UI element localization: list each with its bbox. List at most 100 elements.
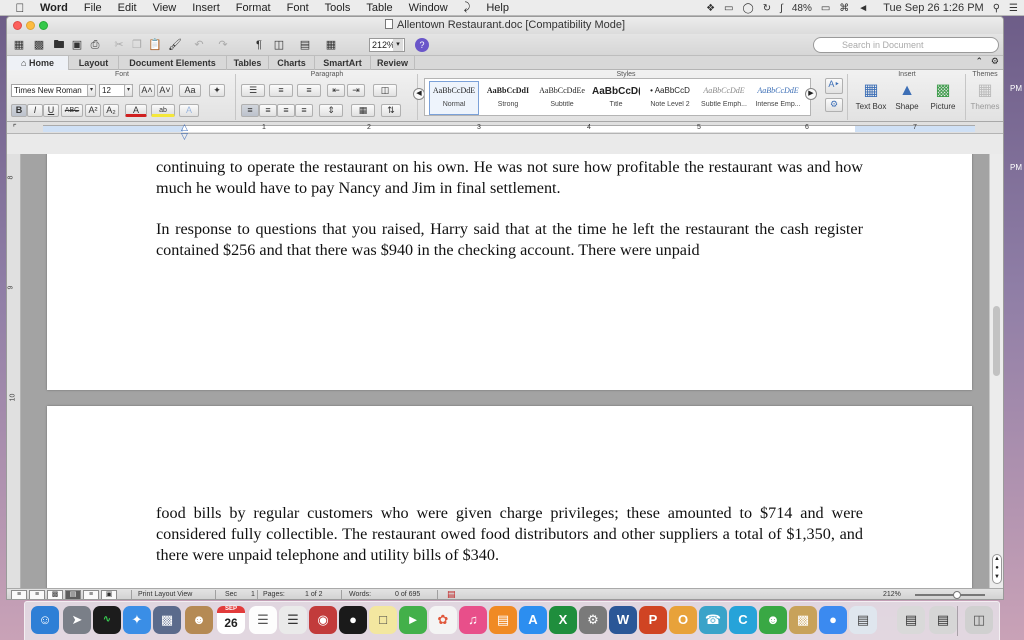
itunes-icon[interactable]: ♫ xyxy=(459,606,487,634)
italic-button[interactable]: I xyxy=(27,104,43,117)
outline-view-icon[interactable]: ≡ xyxy=(29,590,45,599)
finder-icon[interactable]: ☺ xyxy=(31,606,59,634)
menu-tools[interactable]: Tools xyxy=(317,2,359,14)
facetime-icon[interactable]: ► xyxy=(399,606,427,634)
shrink-font-icon[interactable]: A˅ xyxy=(157,84,173,97)
cut-icon[interactable]: ✂ xyxy=(111,37,127,53)
font-name-field[interactable]: Times New Roman xyxy=(11,84,95,97)
new-document-icon[interactable]: ▦ xyxy=(11,37,27,53)
calendar-icon[interactable]: SEP 26 xyxy=(217,606,245,634)
help-icon[interactable]: ? xyxy=(415,38,429,52)
app-store-icon[interactable]: A xyxy=(519,606,547,634)
style-intense-emphasis[interactable]: AaBbCcDdE Intense Emp... xyxy=(753,81,803,115)
toolbox-icon[interactable]: ▤ xyxy=(297,37,313,53)
zoom-slider-knob[interactable] xyxy=(953,591,961,599)
photo-app-icon[interactable]: ▩ xyxy=(789,606,817,634)
save-icon[interactable]: ▣ xyxy=(69,37,85,53)
superscript-button[interactable]: A² xyxy=(85,104,101,117)
paragraph[interactable]: food bills by regular customers who were… xyxy=(156,503,863,566)
notification-center-icon[interactable]: ☰ xyxy=(1009,3,1018,14)
bluetooth-icon[interactable]: ∫ xyxy=(780,3,783,14)
sort-icon[interactable]: ⇅ xyxy=(381,104,401,117)
wifi-icon[interactable]: ⌘ xyxy=(839,3,849,14)
style-subtitle[interactable]: AaBbCcDdEe Subtitle xyxy=(537,81,587,115)
tab-layout[interactable]: Layout xyxy=(69,56,119,70)
font-color-button[interactable]: A xyxy=(125,104,147,117)
show-formatting-icon[interactable]: ¶ xyxy=(251,37,267,53)
messages-icon[interactable]: ◯ xyxy=(742,3,753,14)
text-effects-button[interactable]: A xyxy=(179,104,199,117)
sidebar-icon[interactable]: ◫ xyxy=(271,37,287,53)
numbering-icon[interactable]: ≡ xyxy=(269,84,293,97)
align-right-icon[interactable]: ≡ xyxy=(277,104,295,117)
menu-file[interactable]: File xyxy=(76,2,110,14)
collapse-ribbon-icon[interactable]: ⌃ xyxy=(975,56,983,67)
zoom-dropdown-icon[interactable]: ▾ xyxy=(393,39,403,51)
redo-icon[interactable]: ↷ xyxy=(215,37,231,53)
bold-button[interactable]: B xyxy=(11,104,27,117)
style-note-level-2[interactable]: • AaBbCcD Note Level 2 xyxy=(645,81,695,115)
activity-monitor-icon[interactable]: ∿ xyxy=(93,606,121,634)
highlight-button[interactable]: ab xyxy=(151,104,175,117)
dropbox-icon[interactable]: ❖ xyxy=(706,3,715,14)
spotlight-icon[interactable]: ⚲ xyxy=(993,3,1000,14)
volume-icon[interactable]: ◄ xyxy=(858,3,868,14)
messages-app-icon[interactable]: ● xyxy=(819,606,847,634)
font-size-dropdown-icon[interactable]: ▾ xyxy=(124,84,133,97)
excel-icon[interactable]: X xyxy=(549,606,577,634)
photos-icon[interactable]: ✿ xyxy=(429,606,457,634)
style-title[interactable]: AaBbCcD( Title xyxy=(591,81,641,115)
focus-view-icon[interactable]: ▣ xyxy=(101,590,117,599)
ibooks-icon[interactable]: ▤ xyxy=(489,606,517,634)
scrollbar-thumb[interactable] xyxy=(993,306,1000,376)
format-painter-icon[interactable]: 🖌 xyxy=(167,37,183,53)
open-icon[interactable]: 🖿 xyxy=(51,37,67,53)
menu-help[interactable]: Help xyxy=(478,2,517,14)
photo-booth-icon[interactable]: ◉ xyxy=(309,606,337,634)
increase-indent-icon[interactable]: ⇥ xyxy=(347,84,365,97)
print-icon[interactable]: ⎙ xyxy=(87,37,103,53)
copy-icon[interactable]: ❐ xyxy=(129,37,145,53)
print-layout-view-icon[interactable]: ▤ xyxy=(65,590,81,599)
templates-icon[interactable]: ▩ xyxy=(31,37,47,53)
trash-icon[interactable]: ◫ xyxy=(965,606,993,634)
draft-view-icon[interactable]: ≡ xyxy=(11,590,27,599)
stickies-icon[interactable]: □ xyxy=(369,606,397,634)
page[interactable]: continuing to operate the restaurant on … xyxy=(47,154,972,390)
menu-table[interactable]: Table xyxy=(358,2,400,14)
underline-button[interactable]: U xyxy=(43,104,59,117)
battery-icon[interactable]: ▭ xyxy=(821,3,830,14)
menu-clock[interactable]: Tue Sep 26 1:26 PM xyxy=(883,2,984,14)
contacts-icon[interactable]: ☻ xyxy=(185,606,213,634)
bullets-icon[interactable]: ☰ xyxy=(241,84,265,97)
word-icon[interactable]: W xyxy=(609,606,637,634)
notes-icon[interactable]: ☰ xyxy=(249,606,277,634)
subscript-button[interactable]: A₂ xyxy=(103,104,119,117)
media-browser-icon[interactable]: ▦ xyxy=(323,37,339,53)
font-name-dropdown-icon[interactable]: ▾ xyxy=(87,84,96,97)
scanner-icon[interactable]: ▤ xyxy=(849,606,877,634)
align-center-icon[interactable]: ≡ xyxy=(259,104,277,117)
manage-styles-icon[interactable]: ⚙ xyxy=(825,98,843,112)
horizontal-ruler[interactable]: ⌜ 1 2 3 4 5 6 7 △ ▽ xyxy=(7,122,1003,141)
downloads-stack-icon[interactable]: ▤ xyxy=(897,606,925,634)
documents-stack-icon[interactable]: ▤ xyxy=(929,606,957,634)
align-left-icon[interactable]: ≡ xyxy=(241,104,259,117)
airplay-icon[interactable]: ▭ xyxy=(724,3,733,14)
preview-icon[interactable]: ▩ xyxy=(153,606,181,634)
line-spacing-icon[interactable]: ⇕ xyxy=(319,104,343,117)
menu-format[interactable]: Format xyxy=(228,2,279,14)
battery-percent[interactable]: 48% xyxy=(792,3,812,14)
menu-edit[interactable]: Edit xyxy=(110,2,145,14)
citrix-icon[interactable]: C xyxy=(729,606,757,634)
indent-marker-icon[interactable]: △ ▽ xyxy=(181,123,188,141)
menu-insert[interactable]: Insert xyxy=(184,2,228,14)
menu-window[interactable]: Window xyxy=(401,2,456,14)
columns-icon[interactable]: ◫ xyxy=(373,84,397,97)
style-strong[interactable]: AaBbCcDdI Strong xyxy=(483,81,533,115)
system-preferences-icon[interactable]: ⚙ xyxy=(579,606,607,634)
outlook-icon[interactable]: O xyxy=(669,606,697,634)
insert-picture-button[interactable]: ▩ Picture xyxy=(925,80,961,111)
paragraph[interactable]: In response to questions that you raised… xyxy=(156,219,863,261)
undo-icon[interactable]: ↶ xyxy=(191,37,207,53)
